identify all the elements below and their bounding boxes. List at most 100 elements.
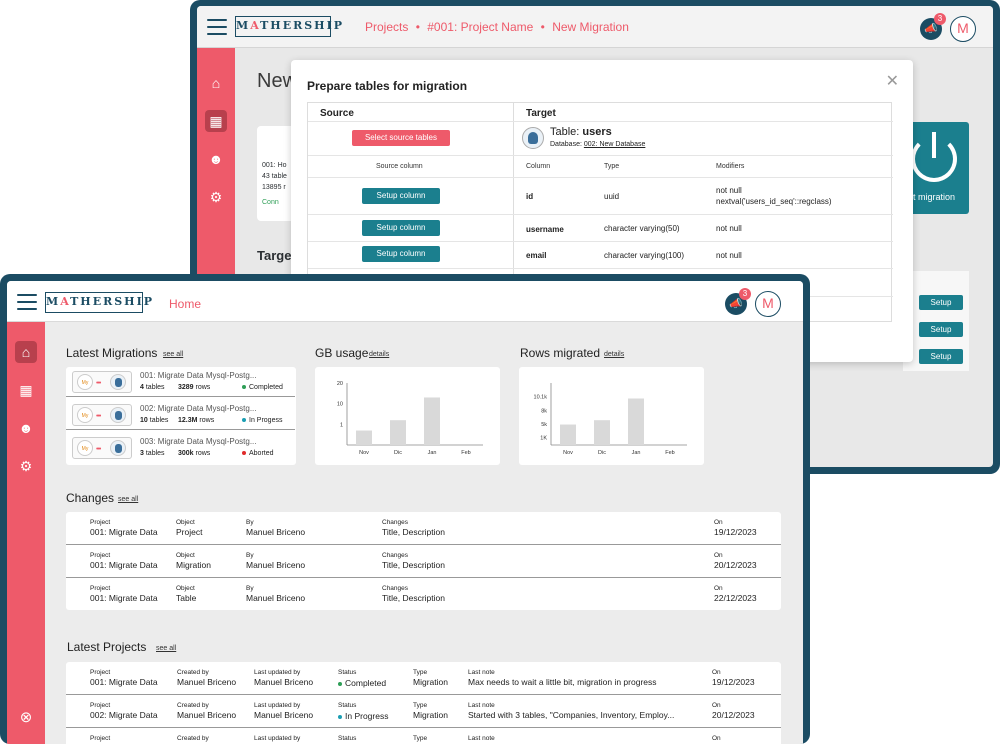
status-dot xyxy=(242,418,246,423)
status-header: Status xyxy=(338,669,357,676)
migration-name: 001: Migrate Data Mysql-Postg... xyxy=(140,371,257,380)
column-name: email xyxy=(526,251,547,260)
list-item[interactable]: Project 001: Migrate Data Created by Man… xyxy=(66,662,781,695)
list-item[interactable]: Project 002: Migrate Data Created by Man… xyxy=(66,695,781,728)
on-value: 19/12/2023 xyxy=(714,527,757,537)
on-header: On xyxy=(712,735,721,742)
front-window-frame: MATHERSHIP Home 📣 3 M ⌂ ▦ ☻ ⚙ ⊗ Latest Mi… xyxy=(7,281,803,744)
setup-button[interactable]: Setup xyxy=(919,295,963,310)
row-divider xyxy=(308,177,893,178)
list-item[interactable]: Project Created by Last updated by Statu… xyxy=(66,728,781,744)
setup-button[interactable]: Setup xyxy=(919,349,963,364)
project-value: 001: Migrate Data xyxy=(90,593,158,603)
dashboard-icon[interactable]: ▦ xyxy=(15,379,37,401)
breadcrumb-projects[interactable]: Projects xyxy=(365,20,408,34)
target-header: Target xyxy=(526,108,556,119)
on-header: On xyxy=(714,552,723,559)
avatar[interactable]: M xyxy=(755,291,781,317)
migration-item[interactable]: My ••• 002: Migrate Data Mysql-Postg... 1… xyxy=(66,400,295,430)
source-column-header: Source column xyxy=(376,163,423,170)
created-by-header: Created by xyxy=(177,669,209,676)
created-by-header: Created by xyxy=(177,702,209,709)
mathership-logo[interactable]: MATHERSHIP xyxy=(45,292,152,313)
status-dot xyxy=(338,681,342,686)
by-header: By xyxy=(246,585,254,592)
type-header: Type xyxy=(604,163,620,170)
menu-icon[interactable] xyxy=(17,294,37,310)
by-header: By xyxy=(246,552,254,559)
gear-icon[interactable]: ⚙ xyxy=(15,455,37,477)
on-value: 20/12/2023 xyxy=(712,710,755,720)
project-header: Project xyxy=(90,519,111,526)
y-tick-label: 1 xyxy=(340,422,343,428)
migration-item[interactable]: My ••• 001: Migrate Data Mysql-Postg... 4… xyxy=(66,367,295,397)
on-header: On xyxy=(712,669,721,676)
logout-icon[interactable]: ⊗ xyxy=(15,707,37,729)
home-icon[interactable]: ⌂ xyxy=(15,341,37,363)
see-all-link[interactable]: see all xyxy=(156,645,176,652)
rows-migrated-card: 1K 5k 8k 10.1k Nov Dic Jan Feb xyxy=(519,367,704,465)
by-value: Manuel Briceno xyxy=(246,593,306,603)
x-tick-label: Feb xyxy=(665,450,674,456)
home-icon[interactable]: ⌂ xyxy=(205,72,227,94)
notifications-icon[interactable]: 📣 3 xyxy=(725,288,751,315)
user-icon[interactable]: ☻ xyxy=(205,148,227,170)
migration-item[interactable]: My ••• 003: Migrate Data Mysql-Postg... 3… xyxy=(66,433,295,463)
list-item[interactable]: Project 001: Migrate Data Object Table B… xyxy=(66,578,781,610)
last-updated-by-header: Last updated by xyxy=(254,669,301,676)
user-icon[interactable]: ☻ xyxy=(15,417,37,439)
modal-title: Prepare tables for migration xyxy=(307,79,468,93)
rows-count: 300k xyxy=(178,450,194,457)
y-tick-label: 8k xyxy=(541,408,547,414)
see-all-link[interactable]: see all xyxy=(163,351,183,358)
setup-button[interactable]: Setup xyxy=(919,322,963,337)
menu-icon[interactable] xyxy=(207,19,227,35)
last-note-header: Last note xyxy=(468,735,495,742)
tables-count: 10 xyxy=(140,417,148,424)
logo-text: M xyxy=(46,295,61,308)
row-divider xyxy=(308,268,893,269)
status-dot xyxy=(242,451,246,456)
status-header: Status xyxy=(338,735,357,742)
see-all-link[interactable]: see all xyxy=(118,496,138,503)
details-link[interactable]: details xyxy=(369,351,389,358)
changes-title: Changes xyxy=(66,491,115,505)
project-header: Project xyxy=(90,585,111,592)
power-icon-stick xyxy=(932,132,936,158)
logo-accent: A xyxy=(60,295,71,308)
on-value: 22/12/2023 xyxy=(714,593,757,603)
close-icon[interactable]: ✕ xyxy=(886,71,899,91)
gb-usage-title: GB usage xyxy=(315,346,369,360)
status-header: Status xyxy=(338,702,357,709)
database-link[interactable]: 002: New Database xyxy=(584,141,645,148)
list-item[interactable]: Project 001: Migrate Data Object Project… xyxy=(66,512,781,545)
logo-text: M xyxy=(236,19,251,32)
x-tick-label: Dic xyxy=(598,450,606,456)
mathership-logo[interactable]: MATHERSHIP xyxy=(235,16,342,37)
x-tick-label: Jan xyxy=(428,450,437,456)
notification-badge: 3 xyxy=(934,13,946,25)
changes-value: Title, Description xyxy=(382,527,445,537)
type-value: Migration xyxy=(413,710,448,720)
setup-column-button[interactable]: Setup column xyxy=(362,220,440,236)
column-type: uuid xyxy=(604,192,620,201)
breadcrumb-project[interactable]: #001: Project Name xyxy=(427,20,533,34)
setup-column-button[interactable]: Setup column xyxy=(362,246,440,262)
gear-icon[interactable]: ⚙ xyxy=(205,186,227,208)
select-source-tables-button[interactable]: Select source tables xyxy=(352,130,450,146)
last-updated-by-header: Last updated by xyxy=(254,702,301,709)
status-dot xyxy=(242,385,246,390)
y-tick-label: 1K xyxy=(540,436,547,442)
migration-status: Completed xyxy=(249,384,283,391)
breadcrumb-new-migration[interactable]: New Migration xyxy=(552,20,629,34)
list-item[interactable]: Project 001: Migrate Data Object Migrati… xyxy=(66,545,781,578)
last-note-value: Started with 3 tables, "Companies, Inven… xyxy=(468,710,675,720)
details-link[interactable]: details xyxy=(604,351,624,358)
back-top-bar: MATHERSHIP Projects • #001: Project Name… xyxy=(197,6,993,48)
last-updated-by-value: Manuel Briceno xyxy=(254,710,314,720)
avatar[interactable]: M xyxy=(950,16,976,42)
dashboard-icon[interactable]: ▦ xyxy=(205,110,227,132)
notifications-icon[interactable]: 📣 3 xyxy=(920,13,946,40)
setup-column-button[interactable]: Setup column xyxy=(362,188,440,204)
x-tick-label: Nov xyxy=(563,450,573,456)
